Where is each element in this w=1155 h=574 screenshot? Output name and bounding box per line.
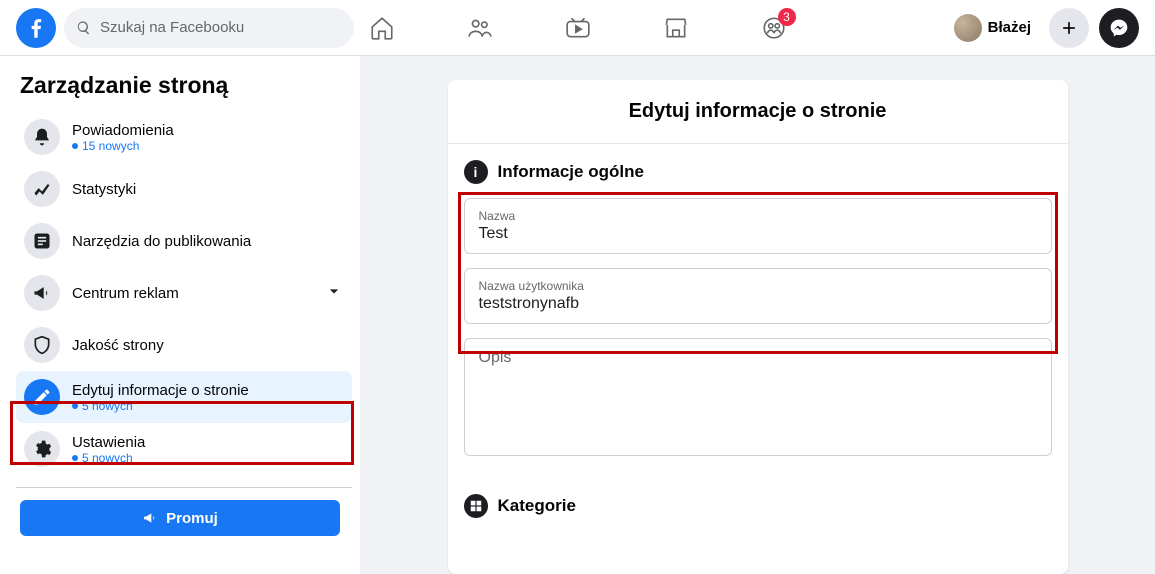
- description-field[interactable]: Opis: [464, 338, 1052, 456]
- messenger-icon: [1109, 18, 1129, 38]
- shield-icon: [24, 327, 60, 363]
- sidebar-item-ads[interactable]: Centrum reklam: [16, 267, 352, 319]
- home-icon: [369, 15, 395, 41]
- profile-name: Błażej: [988, 19, 1031, 36]
- people-icon: [467, 15, 493, 41]
- facebook-logo[interactable]: [16, 8, 56, 48]
- divider: [16, 487, 352, 488]
- sidebar-item-sub: 15 nowych: [82, 139, 139, 153]
- messenger-button[interactable]: [1099, 8, 1139, 48]
- pencil-icon: [24, 379, 60, 415]
- sidebar-item-stats[interactable]: Statystyki: [16, 163, 352, 215]
- search-icon: [76, 20, 92, 36]
- marketplace-tab[interactable]: [662, 14, 690, 42]
- edit-panel: Edytuj informacje o stronie i Informacje…: [448, 80, 1068, 574]
- megaphone-icon: [142, 510, 158, 526]
- sidebar: Zarządzanie stroną Powiadomienia 15 nowy…: [0, 56, 360, 574]
- sidebar-item-publishing[interactable]: Narzędzia do publikowania: [16, 215, 352, 267]
- sidebar-item-label: Jakość strony: [72, 337, 344, 354]
- username-field[interactable]: Nazwa użytkownika teststronynafb: [464, 268, 1052, 324]
- video-icon: [565, 15, 591, 41]
- shop-icon: [663, 15, 689, 41]
- search-placeholder: Szukaj na Facebooku: [100, 19, 244, 36]
- sidebar-item-label: Powiadomienia: [72, 122, 344, 139]
- sidebar-title: Zarządzanie stroną: [16, 72, 352, 99]
- avatar: [954, 14, 982, 42]
- sidebar-item-sub: 5 nowych: [82, 451, 133, 465]
- panel-title: Edytuj informacje o stronie: [448, 80, 1068, 144]
- name-field[interactable]: Nazwa Test: [464, 198, 1052, 254]
- create-button[interactable]: [1049, 8, 1089, 48]
- sidebar-item-label: Centrum reklam: [72, 285, 312, 302]
- promote-label: Promuj: [166, 510, 218, 527]
- publish-icon: [24, 223, 60, 259]
- section-title: Informacje ogólne: [498, 162, 644, 182]
- info-icon: i: [464, 160, 488, 184]
- field-value: teststronynafb: [479, 295, 1037, 313]
- profile-chip[interactable]: Błażej: [946, 10, 1039, 46]
- friends-tab[interactable]: [466, 14, 494, 42]
- sidebar-item-notifications[interactable]: Powiadomienia 15 nowych: [16, 111, 352, 163]
- field-value: Test: [479, 225, 1037, 243]
- categories-icon: [464, 494, 488, 518]
- sidebar-item-label: Edytuj informacje o stronie: [72, 382, 344, 399]
- sidebar-item-label: Ustawienia: [72, 434, 344, 451]
- promote-button[interactable]: Promuj: [20, 500, 340, 536]
- groups-badge: 3: [778, 8, 796, 26]
- groups-tab[interactable]: 3: [760, 14, 788, 42]
- section-title: Kategorie: [498, 496, 576, 516]
- gear-icon: [24, 431, 60, 467]
- bell-icon: [24, 119, 60, 155]
- sidebar-item-quality[interactable]: Jakość strony: [16, 319, 352, 371]
- plus-icon: [1059, 18, 1079, 38]
- chart-icon: [24, 171, 60, 207]
- sidebar-item-label: Statystyki: [72, 181, 344, 198]
- sidebar-item-settings[interactable]: Ustawienia 5 nowych: [16, 423, 352, 475]
- sidebar-item-sub: 5 nowych: [82, 399, 133, 413]
- megaphone-icon: [24, 275, 60, 311]
- chevron-down-icon: [324, 281, 344, 306]
- field-label: Opis: [479, 349, 1037, 367]
- search-input[interactable]: Szukaj na Facebooku: [64, 8, 354, 48]
- watch-tab[interactable]: [564, 14, 592, 42]
- field-label: Nazwa: [479, 209, 1037, 223]
- sidebar-item-label: Narzędzia do publikowania: [72, 233, 344, 250]
- home-tab[interactable]: [368, 14, 396, 42]
- sidebar-item-edit-info[interactable]: Edytuj informacje o stronie 5 nowych: [16, 371, 352, 423]
- field-label: Nazwa użytkownika: [479, 279, 1037, 293]
